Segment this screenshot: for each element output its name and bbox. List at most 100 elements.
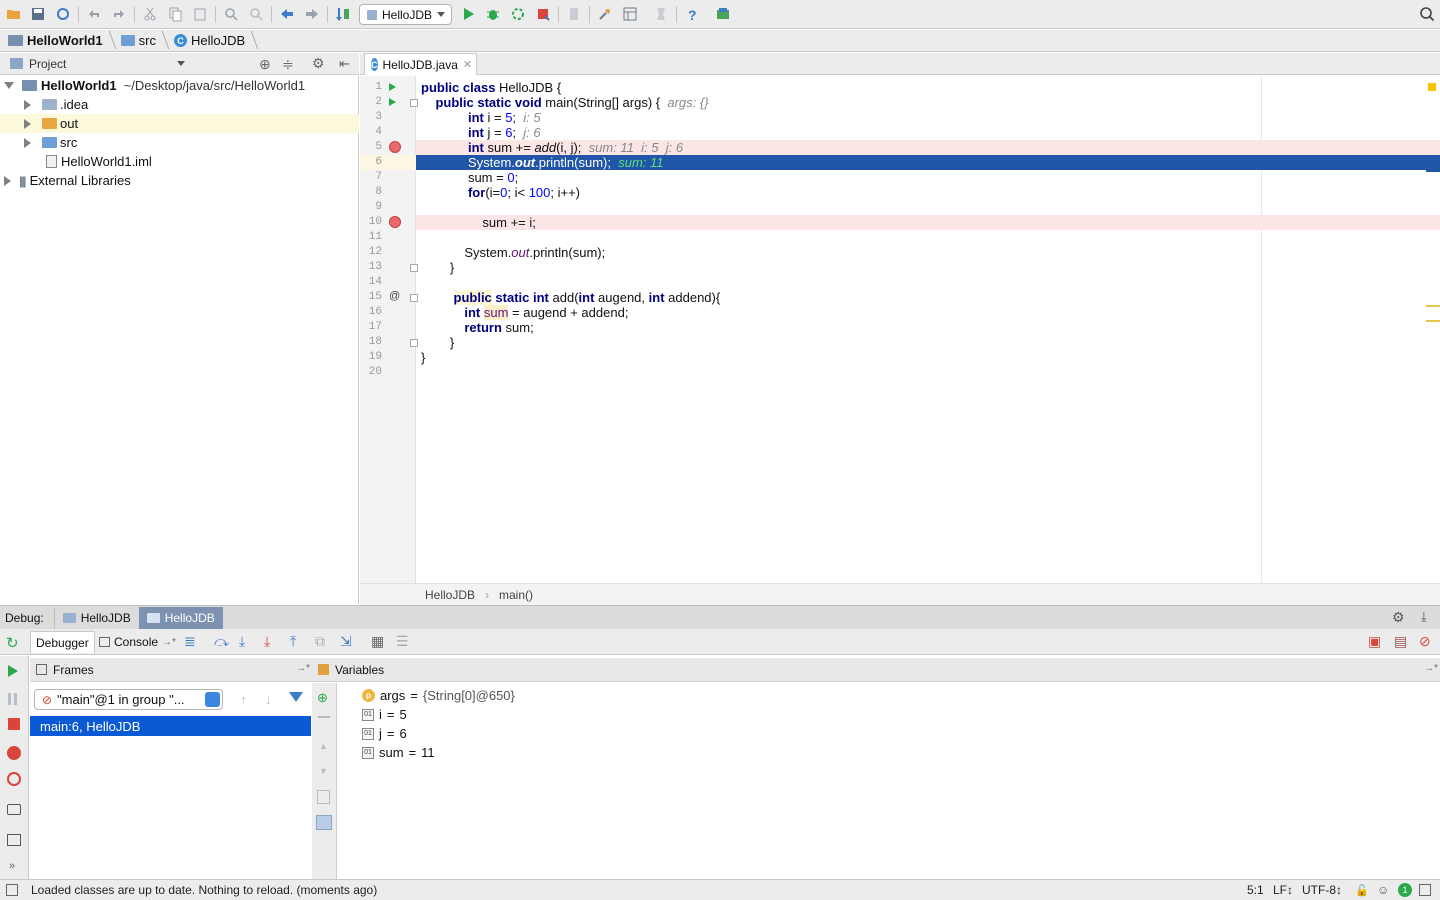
- undo-icon[interactable]: [85, 5, 103, 23]
- caret-position[interactable]: 5:1: [1247, 883, 1264, 897]
- pin-icon[interactable]: →*: [296, 663, 310, 674]
- tool-windows-icon[interactable]: [6, 884, 18, 896]
- attach-icon[interactable]: [565, 5, 583, 23]
- project-structure-icon[interactable]: [621, 5, 639, 23]
- run-config-select[interactable]: HelloJDB: [359, 4, 452, 25]
- chevron-down-icon[interactable]: [177, 61, 185, 66]
- stop-icon[interactable]: [534, 5, 552, 23]
- collapse-icon[interactable]: ≑: [282, 56, 294, 73]
- tab-hellojdb-java[interactable]: C HelloJDB.java ✕: [364, 53, 477, 75]
- variable-row[interactable]: 01 i = 5: [362, 705, 407, 724]
- event-log-icon[interactable]: [1419, 884, 1431, 896]
- move-down-icon[interactable]: ▼: [319, 766, 328, 776]
- pin-icon[interactable]: →*: [1424, 663, 1438, 674]
- breadcrumb-project[interactable]: HelloWorld1: [8, 33, 111, 48]
- force-step-into-icon[interactable]: ⤓: [264, 633, 270, 650]
- layout-settings-icon[interactable]: [7, 834, 21, 846]
- step-over-icon[interactable]: ⤼: [214, 633, 229, 650]
- save-icon[interactable]: [29, 5, 47, 23]
- search-icon[interactable]: [1418, 5, 1436, 23]
- editor-breadcrumb-method[interactable]: main(): [499, 588, 533, 602]
- hector-icon[interactable]: ☺: [1377, 883, 1389, 897]
- paste-icon[interactable]: [191, 5, 209, 23]
- tree-item-src[interactable]: src: [0, 133, 359, 152]
- gear-icon[interactable]: ⚙: [1392, 609, 1405, 626]
- expand-icon[interactable]: [24, 137, 31, 148]
- duplicate-watch-icon[interactable]: [317, 790, 330, 804]
- variable-row[interactable]: p args = {String[0]@650}: [362, 686, 515, 705]
- evaluate-icon[interactable]: ▦: [371, 633, 384, 650]
- copy-icon[interactable]: [166, 5, 184, 23]
- replace-icon[interactable]: [247, 5, 265, 23]
- close-icon[interactable]: ✕: [463, 58, 472, 71]
- frame-row-selected[interactable]: main:6, HelloJDB: [30, 716, 311, 736]
- rerun-icon[interactable]: ↻: [6, 634, 19, 652]
- expand-icon[interactable]: [4, 82, 14, 89]
- gear-icon[interactable]: ⚙: [312, 55, 325, 72]
- breakpoint-icon[interactable]: [389, 141, 401, 153]
- show-watches-icon[interactable]: [316, 815, 332, 830]
- status-message[interactable]: Loaded classes are up to date. Nothing t…: [31, 883, 377, 897]
- lock-icon[interactable]: 🔓: [1355, 884, 1369, 897]
- camera-icon[interactable]: [7, 804, 21, 815]
- open-folder-icon[interactable]: [5, 5, 23, 23]
- hide-icon[interactable]: ⤓: [1421, 609, 1427, 625]
- layout-icon[interactable]: ▣: [1368, 633, 1381, 650]
- run-icon[interactable]: [459, 5, 477, 23]
- tree-item-out[interactable]: out: [0, 114, 359, 133]
- redo-icon[interactable]: [110, 5, 128, 23]
- expand-icon[interactable]: [24, 99, 31, 110]
- restore-layout-icon[interactable]: ▤: [1394, 633, 1407, 650]
- stop-icon[interactable]: [8, 718, 20, 730]
- mute-breakpoints-icon[interactable]: ⊘: [1419, 633, 1431, 650]
- run-gutter-icon[interactable]: [389, 98, 396, 106]
- filter-icon[interactable]: [289, 692, 303, 702]
- tab-console[interactable]: Console →*: [94, 631, 181, 653]
- more-icon[interactable]: »: [9, 860, 15, 872]
- cut-icon[interactable]: [141, 5, 159, 23]
- tab-debugger[interactable]: Debugger: [30, 631, 95, 653]
- breadcrumb-class[interactable]: C HelloJDB: [173, 33, 253, 48]
- plugin-icon[interactable]: [714, 5, 732, 23]
- line-separator[interactable]: LF↕: [1273, 883, 1293, 897]
- expand-icon[interactable]: [24, 118, 31, 129]
- variable-row[interactable]: 01 sum = 11: [362, 743, 435, 762]
- forward-icon[interactable]: [303, 5, 321, 23]
- variable-row[interactable]: 01 j = 6: [362, 724, 407, 743]
- tree-item-root[interactable]: HelloWorld1 ~/Desktop/java/src/HelloWorl…: [0, 76, 359, 95]
- hide-panel-icon[interactable]: ⇤: [339, 56, 350, 72]
- drop-frame-icon[interactable]: ⧉: [315, 633, 325, 650]
- view-breakpoints-icon[interactable]: [7, 746, 21, 760]
- resume-icon[interactable]: [8, 665, 18, 677]
- remove-watch-icon[interactable]: [318, 716, 330, 718]
- help-icon[interactable]: ?: [683, 5, 701, 23]
- pause-icon[interactable]: [8, 693, 11, 705]
- move-up-icon[interactable]: ▲: [319, 741, 328, 751]
- project-view-select[interactable]: Project: [29, 57, 66, 71]
- locate-icon[interactable]: ⊕: [259, 56, 271, 73]
- debug-session-tab[interactable]: HelloJDB: [53, 606, 139, 629]
- debug-icon[interactable]: [484, 5, 502, 23]
- add-watch-icon[interactable]: ⊕: [317, 690, 328, 706]
- tree-item-iml[interactable]: HelloWorld1.iml: [0, 152, 359, 171]
- mute-breakpoints-icon[interactable]: [7, 772, 21, 786]
- tree-item-external-libraries[interactable]: ||||| External Libraries: [0, 171, 359, 190]
- arrow-up-icon[interactable]: ↑: [240, 692, 247, 707]
- show-execution-point-icon[interactable]: ≣: [184, 633, 196, 650]
- tree-item-idea[interactable]: .idea: [0, 95, 359, 114]
- step-out-icon[interactable]: ⤒: [290, 633, 296, 650]
- sync-icon[interactable]: [54, 5, 72, 23]
- thread-select[interactable]: ⊘ "main"@1 in group "...: [34, 689, 223, 710]
- arrow-down-icon[interactable]: ↓: [265, 692, 272, 707]
- trace-icon[interactable]: ☰: [396, 633, 409, 650]
- coverage-icon[interactable]: [509, 5, 527, 23]
- run-gutter-icon[interactable]: [389, 83, 396, 91]
- find-icon[interactable]: [222, 5, 240, 23]
- sdk-icon[interactable]: [652, 5, 670, 23]
- inspection-status-icon[interactable]: [1428, 83, 1436, 91]
- back-icon[interactable]: [278, 5, 296, 23]
- notifications-badge[interactable]: 1: [1398, 883, 1412, 897]
- breadcrumb-src[interactable]: src: [120, 33, 164, 48]
- settings-tools-icon[interactable]: [596, 5, 614, 23]
- run-to-cursor-icon[interactable]: ⇲: [340, 633, 352, 650]
